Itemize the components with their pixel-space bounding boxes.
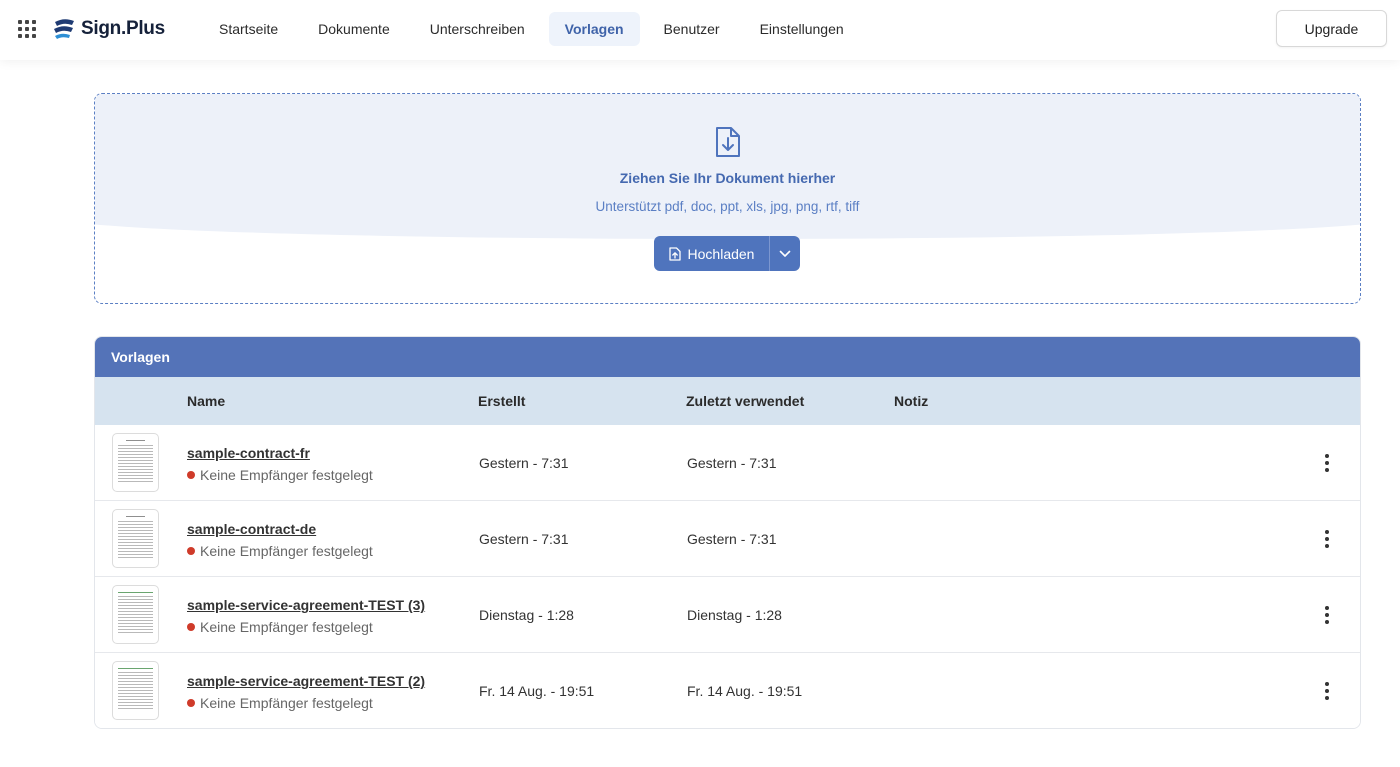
logo-text: Sign.Plus [81, 18, 165, 39]
template-name-link[interactable]: sample-contract-de [187, 521, 316, 537]
document-thumbnail[interactable] [112, 509, 159, 568]
status-dot-icon [187, 699, 195, 707]
created-date: Gestern - 7:31 [479, 531, 569, 547]
upload-dropzone[interactable]: Ziehen Sie Ihr Dokument hierher Unterstü… [94, 93, 1361, 304]
table-row[interactable]: sample-service-agreement-TEST (3) Keine … [95, 577, 1360, 653]
file-upload-icon [668, 246, 681, 261]
nav-item-vorlagen[interactable]: Vorlagen [548, 12, 640, 46]
recipient-status: Keine Empfänger festgelegt [187, 543, 373, 559]
template-name-link[interactable]: sample-service-agreement-TEST (3) [187, 597, 425, 613]
upload-button-label: Hochladen [687, 245, 755, 262]
more-options-icon[interactable] [1315, 527, 1339, 551]
last-used-date: Gestern - 7:31 [687, 531, 777, 547]
nav-item-unterschreiben[interactable]: Unterschreiben [414, 12, 541, 46]
last-used-date: Dienstag - 1:28 [687, 607, 782, 623]
more-options-icon[interactable] [1315, 451, 1339, 475]
nav-item-dokumente[interactable]: Dokumente [302, 12, 406, 46]
column-header-last-used[interactable]: Zuletzt verwendet [686, 393, 804, 409]
created-date: Fr. 14 Aug. - 19:51 [479, 683, 595, 699]
table-row[interactable]: sample-service-agreement-TEST (2) Keine … [95, 653, 1360, 728]
logo[interactable]: Sign.Plus [52, 16, 165, 42]
last-used-date: Gestern - 7:31 [687, 455, 777, 471]
template-name-link[interactable]: sample-service-agreement-TEST (2) [187, 673, 425, 689]
upload-button[interactable]: Hochladen [654, 236, 769, 271]
nav-item-einstellungen[interactable]: Einstellungen [744, 12, 860, 46]
document-thumbnail[interactable] [112, 585, 159, 644]
table-row[interactable]: sample-contract-fr Keine Empfänger festg… [95, 425, 1360, 501]
table-row[interactable]: sample-contract-de Keine Empfänger festg… [95, 501, 1360, 577]
upload-button-group: Hochladen [654, 236, 800, 271]
status-dot-icon [187, 547, 195, 555]
template-name-link[interactable]: sample-contract-fr [187, 445, 310, 461]
grid-icon[interactable] [18, 20, 36, 38]
status-text: Keine Empfänger festgelegt [200, 619, 373, 635]
dropzone-title: Ziehen Sie Ihr Dokument hierher [619, 170, 836, 186]
created-date: Gestern - 7:31 [479, 455, 569, 471]
templates-table-title: Vorlagen [95, 337, 1360, 377]
recipient-status: Keine Empfänger festgelegt [187, 467, 373, 483]
status-dot-icon [187, 623, 195, 631]
column-header-name[interactable]: Name [187, 393, 225, 409]
sign-plus-logo-icon [54, 19, 74, 39]
column-header-note: Notiz [894, 393, 929, 409]
document-thumbnail[interactable] [112, 661, 159, 720]
last-used-date: Fr. 14 Aug. - 19:51 [687, 683, 803, 699]
upload-options-dropdown[interactable] [769, 236, 800, 271]
templates-table: Vorlagen Name Erstellt Zuletzt verwendet… [94, 336, 1361, 729]
file-download-icon [716, 127, 740, 157]
chevron-down-icon [779, 250, 791, 257]
created-date: Dienstag - 1:28 [479, 607, 574, 623]
status-dot-icon [187, 471, 195, 479]
column-header-created[interactable]: Erstellt [478, 393, 525, 409]
status-text: Keine Empfänger festgelegt [200, 543, 373, 559]
status-text: Keine Empfänger festgelegt [200, 695, 373, 711]
top-navigation: Sign.Plus Startseite Dokumente Unterschr… [0, 0, 1400, 60]
recipient-status: Keine Empfänger festgelegt [187, 695, 373, 711]
nav-item-benutzer[interactable]: Benutzer [648, 12, 736, 46]
column-header-row: Name Erstellt Zuletzt verwendet Notiz [95, 377, 1360, 425]
dropzone-background [95, 94, 1360, 239]
status-text: Keine Empfänger festgelegt [200, 467, 373, 483]
document-thumbnail[interactable] [112, 433, 159, 492]
main-nav: Startseite Dokumente Unterschreiben Vorl… [203, 12, 868, 46]
more-options-icon[interactable] [1315, 603, 1339, 627]
recipient-status: Keine Empfänger festgelegt [187, 619, 373, 635]
upgrade-button[interactable]: Upgrade [1276, 10, 1387, 47]
dropzone-supported-formats: Unterstützt pdf, doc, ppt, xls, jpg, png… [595, 199, 860, 214]
nav-item-startseite[interactable]: Startseite [203, 12, 294, 46]
more-options-icon[interactable] [1315, 679, 1339, 703]
